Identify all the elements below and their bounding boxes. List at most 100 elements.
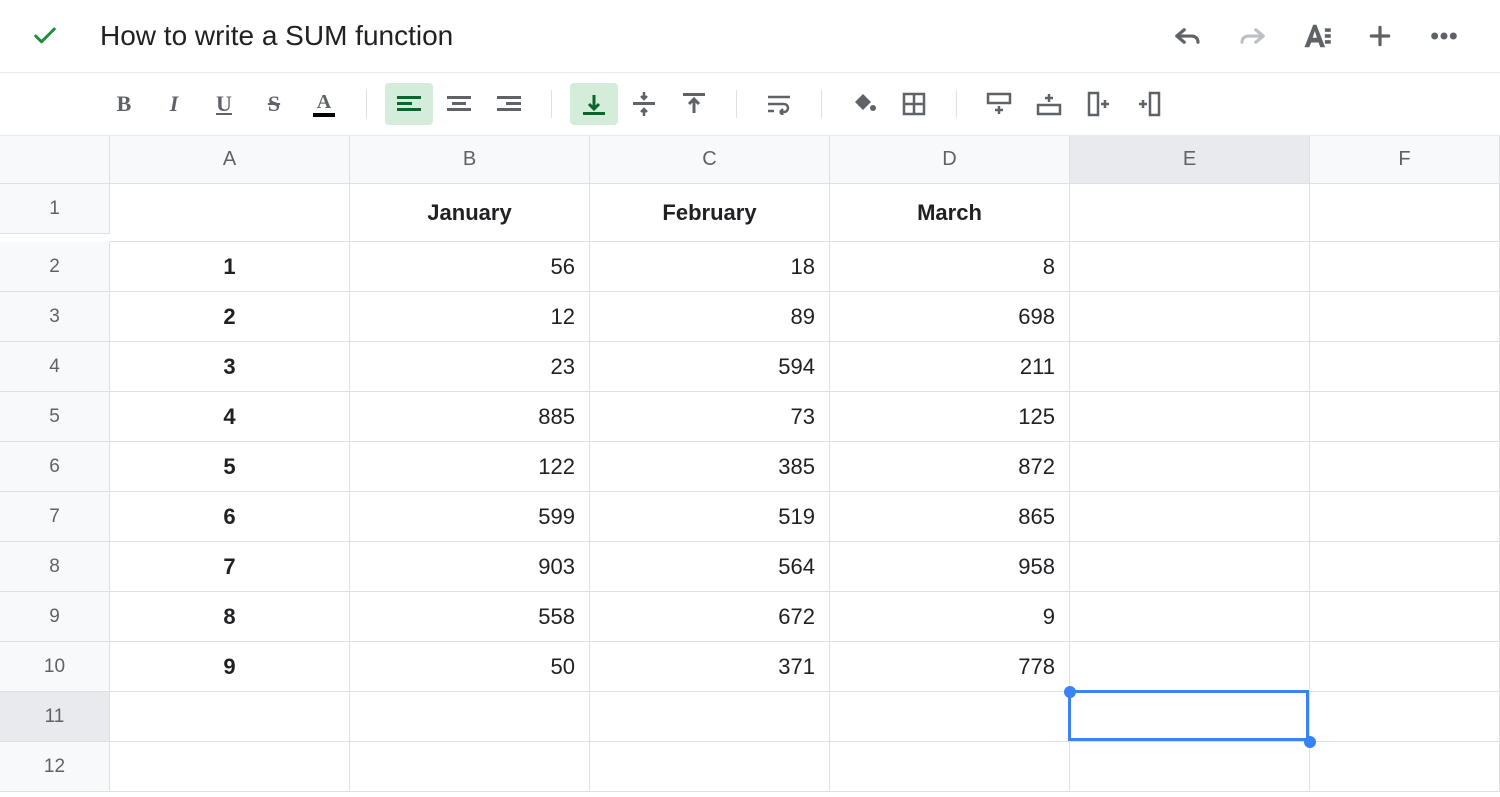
row-header[interactable]: 1	[0, 184, 110, 234]
column-header[interactable]: B	[350, 136, 590, 184]
cell-C5[interactable]: 73	[590, 392, 830, 442]
row-header[interactable]: 8	[0, 542, 110, 592]
underline-button[interactable]: U	[200, 83, 248, 125]
cell-C11[interactable]	[590, 692, 830, 742]
cell-D1[interactable]: March	[830, 184, 1070, 242]
cell-A8[interactable]: 7	[110, 542, 350, 592]
row-header[interactable]: 9	[0, 592, 110, 642]
insert-row-below-button[interactable]	[975, 83, 1023, 125]
cell-B12[interactable]	[350, 742, 590, 792]
cell-F7[interactable]	[1310, 492, 1500, 542]
cell-D10[interactable]: 778	[830, 642, 1070, 692]
align-center-button[interactable]	[435, 83, 483, 125]
cell-E6[interactable]	[1070, 442, 1310, 492]
row-header[interactable]: 10	[0, 642, 110, 692]
cell-A4[interactable]: 3	[110, 342, 350, 392]
add-button[interactable]	[1362, 18, 1398, 54]
cell-B1[interactable]: January	[350, 184, 590, 242]
strikethrough-button[interactable]: S	[250, 83, 298, 125]
cell-D9[interactable]: 9	[830, 592, 1070, 642]
cell-E12[interactable]	[1070, 742, 1310, 792]
row-header[interactable]: 11	[0, 692, 110, 742]
cell-F10[interactable]	[1310, 642, 1500, 692]
row-header[interactable]: 12	[0, 742, 110, 792]
document-title[interactable]: How to write a SUM function	[100, 20, 1170, 52]
cell-A3[interactable]: 2	[110, 292, 350, 342]
cell-A9[interactable]: 8	[110, 592, 350, 642]
cell-E4[interactable]	[1070, 342, 1310, 392]
valign-bottom-button[interactable]	[670, 83, 718, 125]
cell-E5[interactable]	[1070, 392, 1310, 442]
cell-A7[interactable]: 6	[110, 492, 350, 542]
cell-B9[interactable]: 558	[350, 592, 590, 642]
cell-D3[interactable]: 698	[830, 292, 1070, 342]
undo-button[interactable]	[1170, 18, 1206, 54]
cell-B10[interactable]: 50	[350, 642, 590, 692]
row-header[interactable]: 3	[0, 292, 110, 342]
row-header[interactable]: 2	[0, 242, 110, 292]
insert-column-right-button[interactable]	[1075, 83, 1123, 125]
cell-F5[interactable]	[1310, 392, 1500, 442]
cell-D5[interactable]: 125	[830, 392, 1070, 442]
cell-A10[interactable]: 9	[110, 642, 350, 692]
cell-B5[interactable]: 885	[350, 392, 590, 442]
select-all-corner[interactable]	[0, 136, 110, 184]
cell-F9[interactable]	[1310, 592, 1500, 642]
row-header[interactable]: 4	[0, 342, 110, 392]
cell-B3[interactable]: 12	[350, 292, 590, 342]
cell-F11[interactable]	[1310, 692, 1500, 742]
cell-C12[interactable]	[590, 742, 830, 792]
insert-column-left-button[interactable]	[1125, 83, 1173, 125]
cell-C8[interactable]: 564	[590, 542, 830, 592]
cell-E9[interactable]	[1070, 592, 1310, 642]
cell-E7[interactable]	[1070, 492, 1310, 542]
cell-C6[interactable]: 385	[590, 442, 830, 492]
cell-E10[interactable]	[1070, 642, 1310, 692]
cell-B2[interactable]: 56	[350, 242, 590, 292]
cell-E11[interactable]	[1070, 692, 1310, 742]
italic-button[interactable]: I	[150, 83, 198, 125]
cell-F1[interactable]	[1310, 184, 1500, 242]
cell-E8[interactable]	[1070, 542, 1310, 592]
cell-D11[interactable]	[830, 692, 1070, 742]
cell-F4[interactable]	[1310, 342, 1500, 392]
more-button[interactable]	[1426, 18, 1462, 54]
cell-A12[interactable]	[110, 742, 350, 792]
cell-D7[interactable]: 865	[830, 492, 1070, 542]
cell-C3[interactable]: 89	[590, 292, 830, 342]
cell-F2[interactable]	[1310, 242, 1500, 292]
cell-A1[interactable]	[110, 184, 350, 242]
cell-F6[interactable]	[1310, 442, 1500, 492]
text-color-button[interactable]: A	[300, 83, 348, 125]
valign-middle-button[interactable]	[620, 83, 668, 125]
cell-D6[interactable]: 872	[830, 442, 1070, 492]
column-header[interactable]: F	[1310, 136, 1500, 184]
redo-button[interactable]	[1234, 18, 1270, 54]
column-header[interactable]: E	[1070, 136, 1310, 184]
cell-C1[interactable]: February	[590, 184, 830, 242]
cell-C2[interactable]: 18	[590, 242, 830, 292]
fill-color-button[interactable]	[840, 83, 888, 125]
wrap-text-button[interactable]	[755, 83, 803, 125]
cell-B11[interactable]	[350, 692, 590, 742]
cell-C7[interactable]: 519	[590, 492, 830, 542]
cell-A11[interactable]	[110, 692, 350, 742]
column-header[interactable]: D	[830, 136, 1070, 184]
cell-D2[interactable]: 8	[830, 242, 1070, 292]
cell-B4[interactable]: 23	[350, 342, 590, 392]
cell-D12[interactable]	[830, 742, 1070, 792]
cell-B6[interactable]: 122	[350, 442, 590, 492]
text-format-button[interactable]	[1298, 18, 1334, 54]
column-header[interactable]: A	[110, 136, 350, 184]
cell-A5[interactable]: 4	[110, 392, 350, 442]
cell-C10[interactable]: 371	[590, 642, 830, 692]
cell-A2[interactable]: 1	[110, 242, 350, 292]
valign-top-button[interactable]	[570, 83, 618, 125]
borders-button[interactable]	[890, 83, 938, 125]
cell-F3[interactable]	[1310, 292, 1500, 342]
spreadsheet-grid[interactable]: ABCDEF1JanuaryFebruaryMarch2156188321289…	[0, 136, 1500, 792]
row-header[interactable]: 6	[0, 442, 110, 492]
row-header[interactable]: 7	[0, 492, 110, 542]
cell-F12[interactable]	[1310, 742, 1500, 792]
cell-E3[interactable]	[1070, 292, 1310, 342]
